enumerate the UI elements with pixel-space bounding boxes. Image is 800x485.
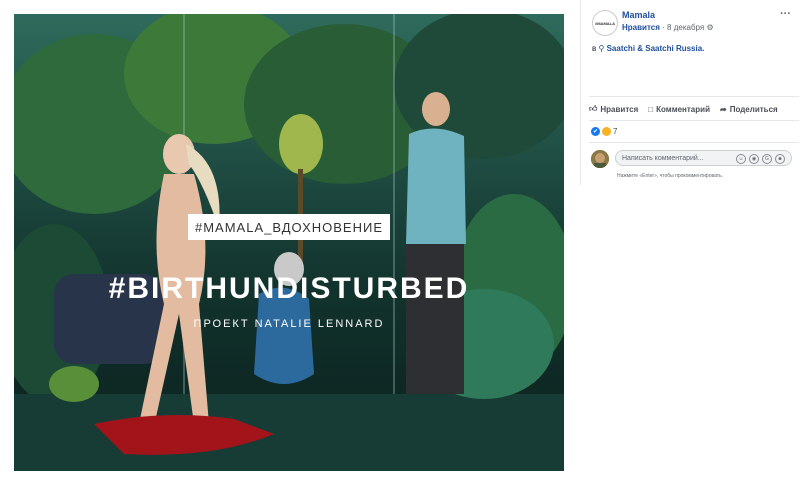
comment-composer: Написать комментарий... ☺ ◉ G ☻	[591, 148, 796, 170]
reactions-count: 7	[613, 127, 618, 136]
page-like-link[interactable]: Нравится	[622, 23, 660, 32]
comment-button-label: Комментарий	[656, 104, 710, 114]
page-avatar[interactable]: #MAMALA	[592, 10, 618, 36]
reactions-summary[interactable]: ✔ 7	[591, 127, 617, 136]
post-sidebar: #MAMALA Mamala Нравится · 8 декабря ⚙ ··…	[580, 0, 800, 185]
page-avatar-text: #MAMALA	[595, 20, 615, 26]
meta-separator: ·	[662, 23, 665, 32]
location-prefix: в	[592, 44, 597, 53]
sticker-icon[interactable]: ☻	[775, 154, 785, 164]
like-button-label: Нравится	[600, 104, 639, 114]
location-place-link[interactable]: Saatchi & Saatchi Russia.	[607, 44, 705, 53]
share-button-label: Поделиться	[729, 104, 778, 114]
page-name-link[interactable]: Mamala	[622, 10, 655, 20]
like-reaction-icon: ✔	[591, 127, 600, 136]
divider-actions	[589, 120, 799, 121]
divider-reactions	[589, 142, 799, 143]
location-pin-icon: ⚲	[598, 44, 605, 53]
comment-button[interactable]: □ Комментарий	[648, 101, 710, 117]
user-avatar-image	[591, 150, 609, 168]
globe-icon: ⚙	[706, 23, 714, 32]
comment-hint: Нажмите «Enter», чтобы прокомментировать…	[617, 173, 724, 179]
image-subline: ПРОЕКТ NATALIE LENNARD	[193, 318, 385, 330]
haha-reaction-icon	[602, 127, 611, 136]
emoji-icon[interactable]: ☺	[736, 154, 746, 164]
post-location: в ⚲ Saatchi & Saatchi Russia.	[592, 44, 704, 53]
divider-top	[589, 96, 799, 97]
comment-placeholder: Написать комментарий...	[622, 154, 704, 162]
gif-icon[interactable]: G	[762, 154, 772, 164]
thumbs-up-icon: 👍︎	[589, 104, 598, 113]
post-date[interactable]: 8 декабря	[667, 23, 704, 32]
post-image[interactable]: #MAMALA_ВДОХНОВЕНИЕ #BIRTHUNDISTURBED ПР…	[14, 14, 564, 471]
comment-tools: ☺ ◉ G ☻	[736, 154, 785, 164]
more-options-icon[interactable]: ···	[780, 8, 791, 20]
image-headline: #BIRTHUNDISTURBED	[108, 272, 470, 305]
user-avatar[interactable]	[591, 150, 609, 168]
like-button[interactable]: 👍︎ Нравится	[589, 101, 638, 117]
post-actions: 👍︎ Нравится □ Комментарий ➦ Поделиться	[589, 101, 800, 117]
post-meta: Нравится · 8 декабря ⚙	[622, 23, 714, 32]
image-tag-label: #MAMALA_ВДОХНОВЕНИЕ	[188, 214, 390, 240]
share-icon: ➦	[719, 104, 727, 114]
comment-input[interactable]: Написать комментарий... ☺ ◉ G ☻	[615, 150, 792, 166]
share-button[interactable]: ➦ Поделиться	[720, 101, 778, 117]
comment-icon: □	[648, 104, 654, 114]
post-photo-illustration	[14, 14, 564, 471]
camera-icon[interactable]: ◉	[749, 154, 759, 164]
